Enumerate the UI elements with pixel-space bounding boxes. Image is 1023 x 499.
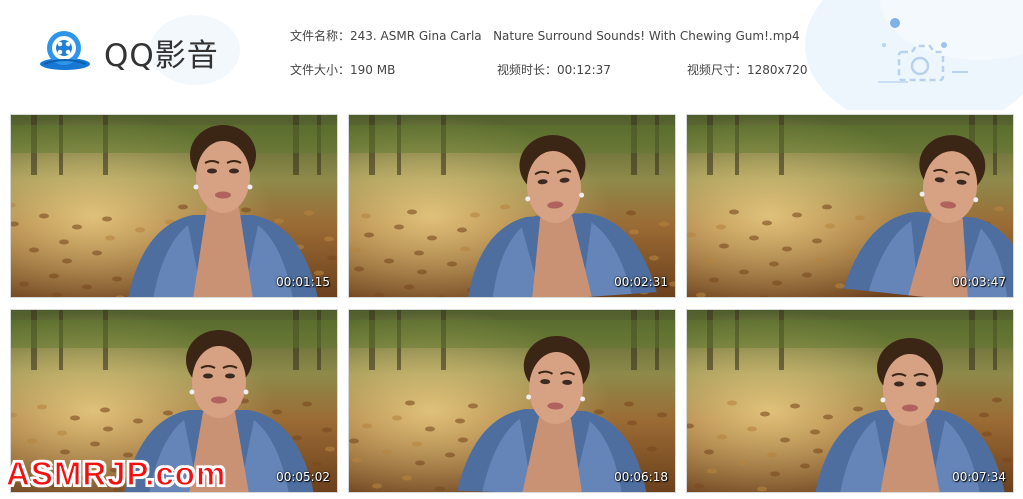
video-frame-image	[687, 310, 1013, 492]
video-frame-image	[687, 115, 1013, 297]
file-size-row: 文件大小：190 MB	[290, 61, 395, 78]
file-name-label: 文件名称：	[290, 29, 351, 43]
header: QQ影音 文件名称：243. ASMR Gina Carla Nature Su…	[0, 0, 1023, 110]
duration-label: 视频时长：	[497, 63, 558, 77]
file-name-value: 243. ASMR Gina Carla Nature Surround Sou…	[350, 29, 800, 43]
camera-screenshot-icon	[878, 18, 968, 83]
video-frame-image	[349, 115, 675, 297]
duration-value: 00:12:37	[557, 63, 611, 77]
watermark-text: ASMRJP.com	[5, 454, 227, 492]
duration-row: 视频时长：00:12:37	[497, 61, 611, 78]
resolution-value: 1280x720	[747, 63, 808, 77]
resolution-label: 视频尺寸：	[687, 63, 748, 77]
thumbnail-timestamp: 00:03:47	[952, 275, 1006, 289]
file-size-label: 文件大小：	[290, 63, 351, 77]
file-name-row: 文件名称：243. ASMR Gina Carla Nature Surroun…	[290, 27, 800, 44]
thumbnail[interactable]: 00:01:15	[10, 114, 338, 298]
thumbnail[interactable]: 00:07:34	[686, 309, 1014, 493]
thumbnail-timestamp: 00:02:31	[614, 275, 668, 289]
qq-player-logo-icon	[40, 31, 90, 70]
thumbnail-timestamp: 00:01:15	[276, 275, 330, 289]
file-size-value: 190 MB	[350, 63, 396, 77]
thumbnail-timestamp: 00:05:02	[276, 470, 330, 484]
video-frame-image	[349, 310, 675, 492]
thumbnail[interactable]: 00:02:31	[348, 114, 676, 298]
thumbnail-timestamp: 00:06:18	[614, 470, 668, 484]
thumbnail-timestamp: 00:07:34	[952, 470, 1006, 484]
resolution-row: 视频尺寸：1280x720	[687, 61, 808, 78]
app-name: QQ影音	[104, 38, 219, 74]
video-frame-image	[11, 115, 337, 297]
thumbnail[interactable]: 00:03:47	[686, 114, 1014, 298]
thumbnail[interactable]: 00:06:18	[348, 309, 676, 493]
